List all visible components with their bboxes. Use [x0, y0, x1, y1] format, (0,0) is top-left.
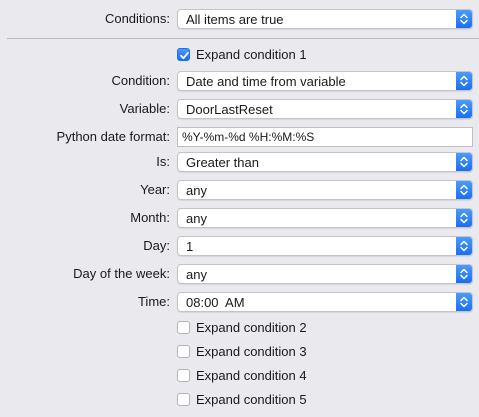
time-value: 08:00 AM [186, 295, 245, 310]
year-row: Year: any [0, 179, 479, 201]
condition-value: Date and time from variable [186, 74, 346, 89]
up-down-chevron-icon [456, 237, 472, 255]
day-of-week-popup[interactable]: any [177, 264, 473, 284]
checkbox-unchecked[interactable] [177, 345, 190, 358]
day-of-week-label: Day of the week: [73, 266, 170, 281]
is-row: Is: Greater than [0, 151, 479, 173]
expand-condition-2-label: Expand condition 2 [196, 320, 307, 335]
is-value: Greater than [186, 155, 259, 170]
condition-label: Condition: [111, 73, 170, 88]
conditions-value: All items are true [186, 12, 284, 27]
time-popup[interactable]: 08:00 AM [177, 292, 473, 312]
expand-condition-4-label: Expand condition 4 [196, 368, 307, 383]
up-down-chevron-icon [456, 181, 472, 199]
condition-row: Condition: Date and time from variable [0, 70, 479, 92]
year-popup[interactable]: any [177, 180, 473, 200]
section-divider [7, 38, 479, 39]
up-down-chevron-icon [456, 153, 472, 171]
checkmark-icon [180, 51, 189, 60]
up-down-chevron-icon [456, 100, 472, 118]
year-value: any [186, 183, 207, 198]
is-label: Is: [156, 154, 170, 169]
condition-popup[interactable]: Date and time from variable [177, 71, 473, 91]
variable-label: Variable: [119, 101, 170, 116]
conditions-label: Conditions: [104, 11, 170, 26]
checkbox-checked[interactable] [177, 48, 190, 61]
year-label: Year: [140, 182, 170, 197]
is-popup[interactable]: Greater than [177, 152, 473, 172]
checkbox-unchecked[interactable] [177, 393, 190, 406]
day-of-week-value: any [186, 267, 207, 282]
python-date-format-field[interactable]: %Y-%m-%d %H:%M:%S [177, 127, 473, 147]
month-value: any [186, 211, 207, 226]
variable-row: Variable: DoorLastReset [0, 98, 479, 120]
expand-condition-5-label: Expand condition 5 [196, 392, 307, 407]
conditions-popup[interactable]: All items are true [177, 9, 473, 29]
expand-condition-1-label: Expand condition 1 [196, 47, 307, 62]
up-down-chevron-icon [456, 265, 472, 283]
python-date-format-label: Python date format: [56, 129, 170, 144]
checkbox-unchecked[interactable] [177, 369, 190, 382]
variable-popup[interactable]: DoorLastReset [177, 99, 473, 119]
day-row: Day: 1 [0, 235, 479, 257]
variable-value: DoorLastReset [186, 102, 273, 117]
month-popup[interactable]: any [177, 208, 473, 228]
up-down-chevron-icon [456, 10, 472, 28]
conditions-row: Conditions: All items are true [0, 8, 479, 30]
expand-condition-3-label: Expand condition 3 [196, 344, 307, 359]
day-of-week-row: Day of the week: any [0, 263, 479, 285]
python-date-format-value: %Y-%m-%d %H:%M:%S [182, 130, 315, 144]
day-popup[interactable]: 1 [177, 236, 473, 256]
checkbox-unchecked[interactable] [177, 321, 190, 334]
day-value: 1 [186, 239, 194, 254]
up-down-chevron-icon [456, 293, 472, 311]
up-down-chevron-icon [456, 209, 472, 227]
time-label: Time: [137, 294, 170, 309]
up-down-chevron-icon [456, 72, 472, 90]
month-label: Month: [130, 210, 170, 225]
month-row: Month: any [0, 207, 479, 229]
day-label: Day: [143, 238, 170, 253]
python-date-format-row: Python date format: %Y-%m-%d %H:%M:%S [0, 126, 479, 148]
time-row: Time: 08:00 AM [0, 291, 479, 313]
